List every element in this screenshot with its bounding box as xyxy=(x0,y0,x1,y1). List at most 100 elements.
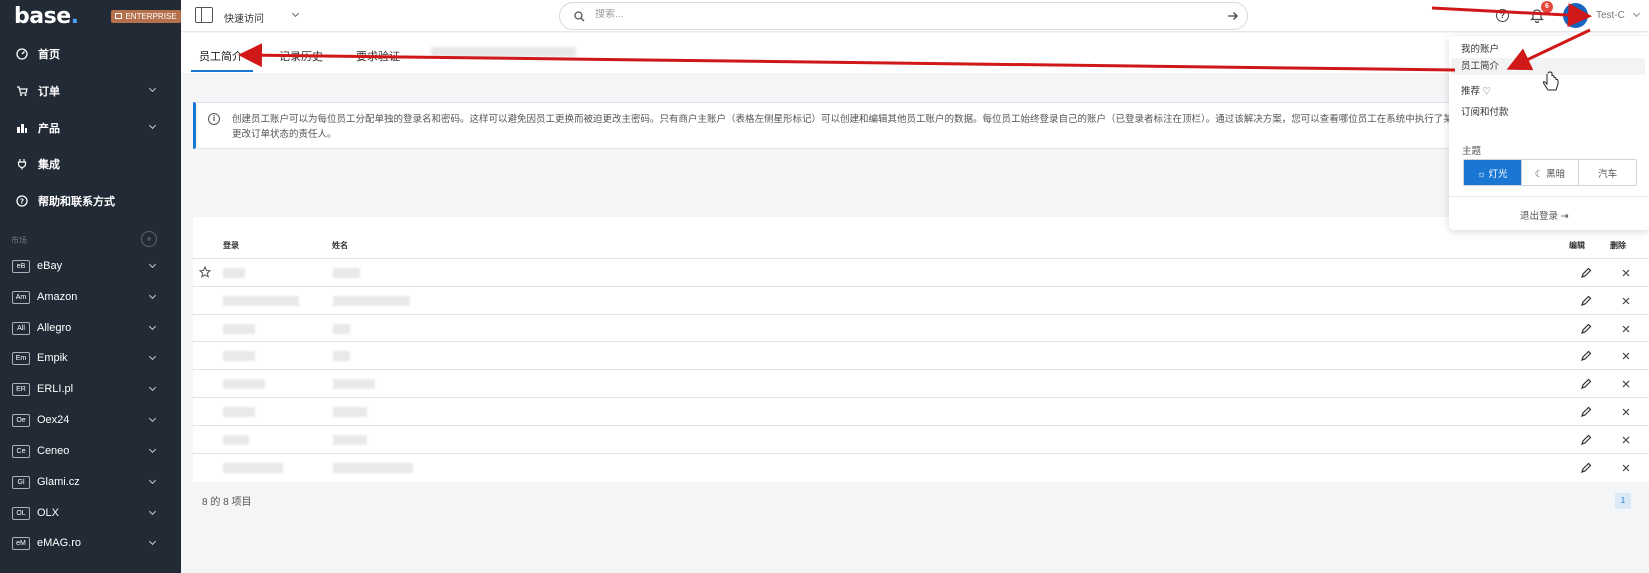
edit-button[interactable] xyxy=(1575,293,1597,309)
nav-integrations-label: 集成 xyxy=(38,159,60,171)
delete-button[interactable] xyxy=(1615,321,1637,337)
market-label: eMAG.ro xyxy=(37,537,82,549)
edit-button[interactable] xyxy=(1575,348,1597,364)
table-row[interactable] xyxy=(193,286,1649,314)
menu-subscription[interactable]: 订阅和付款 xyxy=(1461,104,1509,118)
market-label: Allegro xyxy=(37,322,72,334)
menu-referral[interactable]: 推荐 ♡ xyxy=(1461,83,1491,97)
market-allegro[interactable]: All Allegro xyxy=(0,318,181,338)
table-row[interactable] xyxy=(193,397,1649,425)
menu-my-account[interactable]: 我的账户 xyxy=(1461,41,1499,55)
theme-light-button[interactable]: ☼ 灯光 xyxy=(1464,160,1522,185)
chevron-down-icon xyxy=(148,537,157,546)
delete-button[interactable] xyxy=(1615,404,1637,420)
page-button[interactable]: 1 xyxy=(1615,493,1631,509)
info-banner: i 创建员工账户可以为每位员工分配单独的登录名和密码。这样可以避免因员工更换而被… xyxy=(193,102,1649,149)
market-badge: Gl xyxy=(12,475,30,489)
edit-button[interactable] xyxy=(1575,432,1597,448)
notification-badge: 6 xyxy=(1541,1,1553,13)
name-cell xyxy=(333,463,413,473)
nav-integrations[interactable]: 集成 xyxy=(0,154,181,174)
arrow-right-icon[interactable] xyxy=(1227,10,1239,25)
nav-orders[interactable]: 订单 xyxy=(0,81,181,101)
delete-button[interactable] xyxy=(1615,460,1637,476)
tab-employee-profiles[interactable]: 员工简介 xyxy=(191,48,253,72)
table-row[interactable] xyxy=(193,369,1649,397)
market-label: OLX xyxy=(37,507,60,519)
enterprise-badge: ENTERPRISE xyxy=(111,9,181,23)
market-emag[interactable]: eM eMAG.ro xyxy=(0,533,181,553)
star-icon xyxy=(198,265,212,281)
market-oex24[interactable]: Oe Oex24 xyxy=(0,410,181,430)
chevron-down-icon xyxy=(148,352,157,361)
table-row[interactable] xyxy=(193,314,1649,342)
market-badge: All xyxy=(12,321,30,335)
logo[interactable]: base. xyxy=(14,4,79,29)
panel-toggle-icon[interactable] xyxy=(195,7,213,23)
tab-history[interactable]: 记录历史 xyxy=(279,48,323,64)
delete-button[interactable] xyxy=(1615,432,1637,448)
dashboard-icon xyxy=(16,48,28,60)
login-cell xyxy=(223,435,249,445)
nav-home[interactable]: 首页 xyxy=(0,44,181,64)
divider xyxy=(1449,196,1649,197)
quick-access-menu[interactable]: 快速访问 xyxy=(224,10,264,25)
market-olx[interactable]: OL OLX xyxy=(0,503,181,523)
delete-button[interactable] xyxy=(1615,293,1637,309)
market-label: Amazon xyxy=(37,291,78,303)
chevron-down-icon[interactable] xyxy=(291,9,300,18)
market-label: eBay xyxy=(37,260,63,272)
edit-button[interactable] xyxy=(1575,265,1597,281)
edit-button[interactable] xyxy=(1575,321,1597,337)
name-cell xyxy=(333,296,410,306)
nav-help[interactable]: ? 帮助和联系方式 xyxy=(0,191,181,211)
name-cell xyxy=(333,379,375,389)
info-icon: i xyxy=(208,113,220,125)
delete-button[interactable] xyxy=(1615,265,1637,281)
logout-button[interactable]: 退出登录 ⇥ xyxy=(1520,208,1569,222)
products-icon xyxy=(16,122,28,134)
table-row[interactable] xyxy=(193,341,1649,369)
table-row[interactable] xyxy=(193,425,1649,453)
topbar: 快速访问 xyxy=(181,0,1649,32)
user-menu: 我的账户 员工简介 推荐 ♡ 订阅和付款 主题 ☼ 灯光 ☾ 黑暗 汽车 退出登… xyxy=(1449,36,1649,230)
edit-button[interactable] xyxy=(1575,460,1597,476)
market-badge: ER xyxy=(12,382,30,396)
tab-verification[interactable]: 要求验证 xyxy=(356,48,400,64)
market-glami[interactable]: Gl Glami.cz xyxy=(0,472,181,492)
chevron-down-icon xyxy=(148,476,157,485)
market-ceneo[interactable]: Ce Ceneo xyxy=(0,441,181,461)
column-name[interactable]: 姓名 xyxy=(332,240,348,251)
edit-button[interactable] xyxy=(1575,376,1597,392)
market-amazon[interactable]: Am Amazon xyxy=(0,287,181,307)
nav-products[interactable]: 产品 xyxy=(0,118,181,138)
market-ebay[interactable]: eB eBay xyxy=(0,256,181,276)
table-row[interactable] xyxy=(193,258,1649,286)
search-box[interactable] xyxy=(559,2,1248,30)
brand-row: base. ENTERPRISE xyxy=(0,0,181,32)
delete-button[interactable] xyxy=(1615,348,1637,364)
user-name[interactable]: Test-C xyxy=(1596,10,1625,21)
add-market-icon[interactable]: + xyxy=(141,231,157,247)
nav-help-label: 帮助和联系方式 xyxy=(38,196,115,208)
edit-button[interactable] xyxy=(1575,404,1597,420)
market-erli[interactable]: ER ERLI.pl xyxy=(0,379,181,399)
avatar[interactable] xyxy=(1563,3,1588,28)
search-input[interactable] xyxy=(595,9,1195,20)
delete-button[interactable] xyxy=(1615,376,1637,392)
theme-label: 主题 xyxy=(1462,146,1482,157)
login-cell xyxy=(223,268,245,278)
market-empik[interactable]: Em Empik xyxy=(0,348,181,368)
items-count: 8 的 8 项目 xyxy=(202,497,252,508)
column-login[interactable]: 登录 xyxy=(223,240,239,251)
market-label: Glami.cz xyxy=(37,476,80,488)
theme-dark-button[interactable]: ☾ 黑暗 xyxy=(1522,160,1580,185)
name-cell xyxy=(333,268,360,278)
market-label: ERLI.pl xyxy=(37,383,74,395)
menu-employee-profiles[interactable]: 员工简介 xyxy=(1451,58,1645,75)
theme-auto-button[interactable]: 汽车 xyxy=(1579,160,1636,185)
table-row[interactable] xyxy=(193,453,1649,481)
market-badge: Oe xyxy=(12,413,30,427)
help-circle-icon[interactable]: ? xyxy=(1496,9,1509,22)
cart-icon xyxy=(16,85,28,97)
